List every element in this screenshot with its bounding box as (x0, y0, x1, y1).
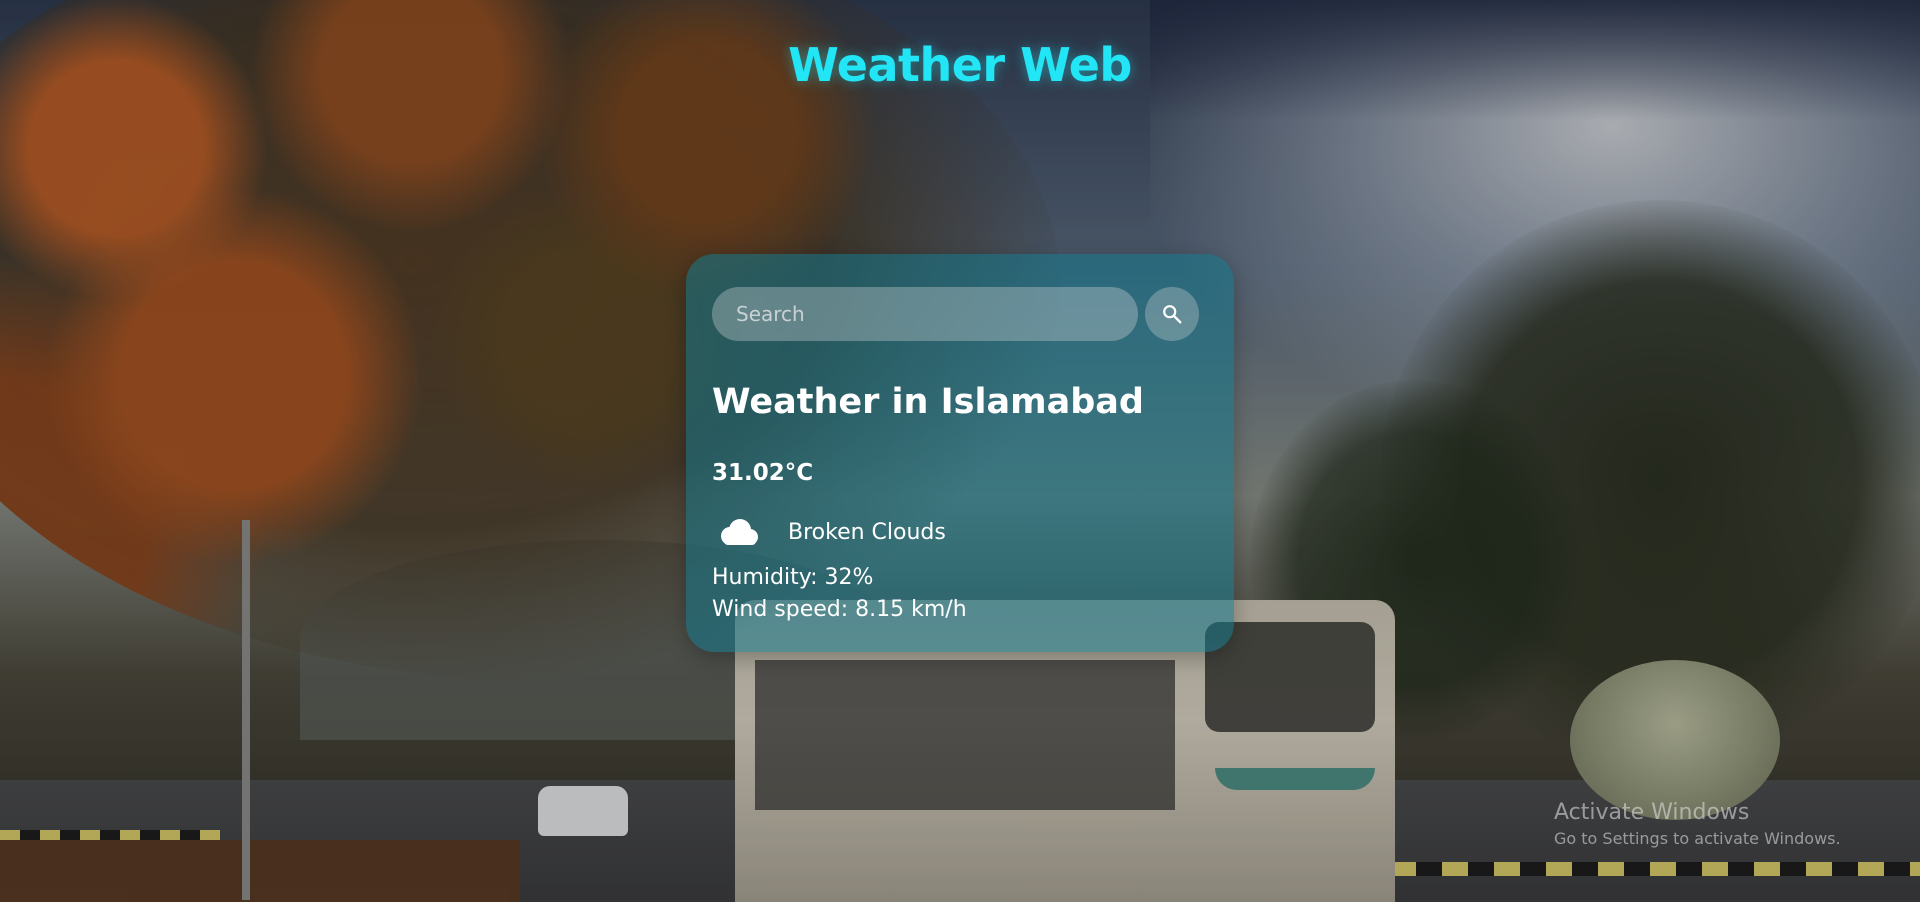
app-title: Weather Web (788, 38, 1132, 92)
weather-card: Weather in Islamabad 31.02°C Broken Clou… (686, 254, 1234, 652)
search-bar (712, 287, 1138, 341)
weather-condition: Broken Clouds (712, 512, 946, 552)
city-heading: Weather in Islamabad (712, 382, 1144, 422)
search-icon (1163, 305, 1182, 324)
wind-speed: Wind speed: 8.15 km/h (712, 597, 967, 622)
watermark-title: Activate Windows (1554, 800, 1750, 825)
temperature: 31.02°C (712, 460, 814, 486)
humidity: Humidity: 32% (712, 565, 874, 590)
search-button[interactable] (1145, 287, 1199, 341)
weather-description: Broken Clouds (788, 519, 946, 545)
watermark-subtitle: Go to Settings to activate Windows. (1554, 829, 1841, 848)
search-input[interactable] (712, 287, 1138, 341)
windows-activation-watermark: Activate Windows Go to Settings to activ… (1554, 800, 1841, 848)
cloud-icon (721, 519, 758, 545)
